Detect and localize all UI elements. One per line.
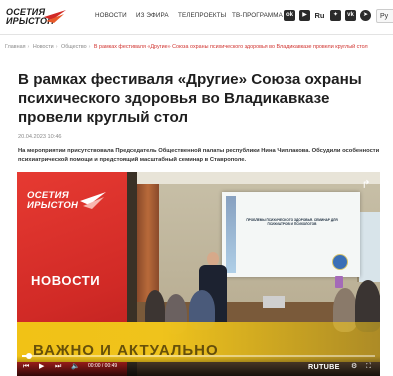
volume-icon[interactable]: 🔈 (71, 362, 80, 372)
overlay-news-label: НОВОСТИ (31, 273, 101, 288)
rutube-icon[interactable]: Ru (314, 10, 325, 21)
progress-bar[interactable] (22, 353, 375, 359)
play-icon[interactable]: ▶ (39, 362, 44, 372)
rutube-logo[interactable]: RUTUBE (308, 362, 340, 371)
settings-icon[interactable]: ⚙ (351, 362, 357, 372)
overlay-logo-line2: ИРЫСТОН (27, 200, 79, 211)
time-display: 00:00 / 00:49 (88, 363, 118, 369)
dzen-icon[interactable]: ✦ (330, 10, 341, 21)
page-title: В рамках фестиваля «Другие» Союза охраны… (18, 71, 362, 126)
prev-icon[interactable]: ⏮ (23, 362, 29, 372)
breadcrumb: Главная › Новости › Общество › В рамках фес… (5, 44, 368, 50)
nav-tv-program[interactable]: ТВ-ПРОГРАММА (232, 12, 283, 19)
video-player[interactable]: ПРОБЛЕМЫ ПСИХИЧЕСКОГО ЗДОРОВЬЯ. СЕМИНАР … (17, 172, 380, 376)
logo-swoosh-icon (44, 10, 66, 23)
projector-screen: ПРОБЛЕМЫ ПСИХИЧЕСКОГО ЗДОРОВЬЯ. СЕМИНАР … (222, 192, 360, 277)
article-lead: На мероприятии присутствовала Председате… (18, 148, 380, 163)
fullscreen-icon[interactable]: ⛶ (366, 362, 371, 372)
site-logo[interactable]: ОСЕТИЯ ИРЫСТОН (4, 6, 66, 30)
nav-news[interactable]: НОВОСТИ (95, 12, 127, 19)
share-icon[interactable]: ↱ (358, 178, 374, 192)
youtube-icon[interactable]: ▶ (299, 10, 310, 21)
emblem-icon (332, 254, 348, 270)
breadcrumb-news[interactable]: Новости (33, 44, 54, 50)
breadcrumb-home[interactable]: Главная (5, 44, 26, 50)
breadcrumb-society[interactable]: Общество (61, 44, 87, 50)
nav-tv-projects[interactable]: ТЕЛЕПРОЕКТЫ (178, 12, 226, 19)
overlay-logo-swoosh-icon (80, 192, 106, 209)
breadcrumb-current: В рамках фестиваля «Другие» Союза охраны… (93, 44, 368, 50)
screen-text: ПРОБЛЕМЫ ПСИХИЧЕСКОГО ЗДОРОВЬЯ. СЕМИНАР … (246, 218, 338, 227)
next-icon[interactable]: ⏭ (55, 362, 61, 372)
article-date: 20.04.2023 10:46 (18, 134, 62, 140)
ok-icon[interactable]: ok (284, 10, 295, 21)
nav-from-air[interactable]: ИЗ ЭФИРА (136, 12, 169, 19)
language-switch[interactable]: Ру (376, 9, 393, 23)
progress-knob[interactable] (26, 353, 33, 359)
telegram-icon[interactable]: ➤ (360, 10, 371, 21)
site-header: ОСЕТИЯ ИРЫСТОН НОВОСТИ ИЗ ЭФИРА ТЕЛЕПРОЕ… (0, 0, 393, 35)
vk-icon[interactable]: vk (345, 10, 356, 21)
